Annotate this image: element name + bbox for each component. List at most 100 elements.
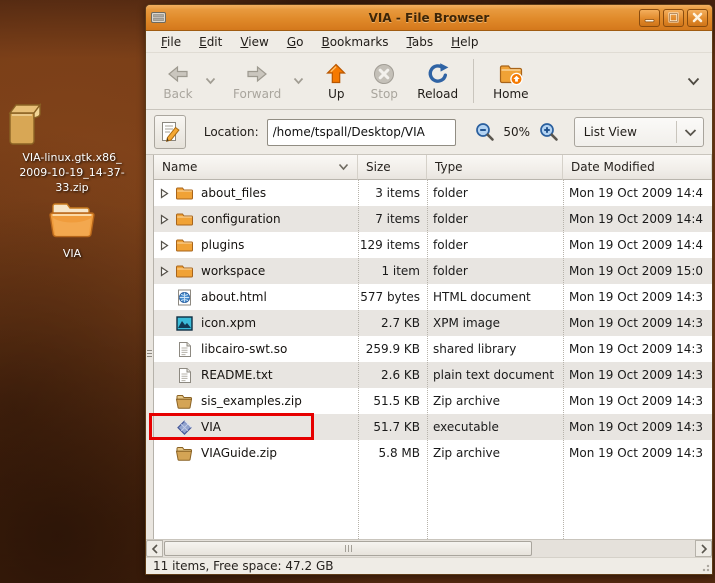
stop-button[interactable]: Stop (360, 59, 408, 104)
stop-label: Stop (370, 86, 398, 101)
expander-icon[interactable] (157, 213, 172, 225)
expander-icon[interactable] (157, 265, 172, 277)
cell-date-modified: Mon 19 Oct 2009 14:4 (569, 186, 704, 200)
zoom-out-icon[interactable] (474, 121, 496, 143)
view-mode-select[interactable]: List View (573, 117, 704, 147)
column-header-type[interactable]: Type (427, 155, 563, 180)
menu-item-view[interactable]: View (231, 33, 277, 51)
desktop-folder-icon (49, 200, 95, 240)
maximize-icon (668, 12, 679, 23)
table-row-VIAGuide.zip[interactable]: VIAGuide.zip 5.8 MB Zip archive Mon 19 Oct … (154, 440, 712, 466)
file-name: VIAGuide.zip (201, 446, 278, 460)
menu-item-edit[interactable]: Edit (190, 33, 231, 51)
zoom-in-icon[interactable] (538, 121, 560, 143)
scrollbar-thumb[interactable] (164, 541, 532, 556)
column-header-label: Name (162, 160, 198, 174)
file-name: sis_examples.zip (201, 394, 302, 408)
table-row-icon.xpm[interactable]: icon.xpm 2.7 KB XPM image Mon 19 Oct 2009 1… (154, 310, 712, 336)
sidepane-splitter[interactable] (146, 155, 154, 539)
cell-name: plugins (154, 232, 358, 258)
toolbar-separator (473, 59, 475, 103)
resize-grip[interactable] (698, 560, 710, 572)
column-header-date-modified[interactable]: Date Modified (563, 155, 712, 180)
cell-size: 7 items (375, 212, 420, 226)
table-row-VIA[interactable]: VIA 51.7 KB executable Mon 19 Oct 2009 14:3 (154, 414, 712, 440)
menu-item-go[interactable]: Go (278, 33, 313, 51)
folder-file-icon (172, 237, 196, 253)
back-button[interactable]: Back (154, 59, 202, 104)
table-row-workspace[interactable]: workspace 1 item folder Mon 19 Oct 2009 15:… (154, 258, 712, 284)
cell-name: about.html (154, 284, 358, 310)
reload-label: Reload (417, 86, 459, 101)
column-header-name[interactable]: Name (154, 155, 358, 180)
back-dropdown[interactable] (202, 61, 218, 101)
toolbar: Back Forward Up Stop Reload Home (146, 53, 712, 110)
reload-icon (426, 62, 450, 86)
folder-file-icon (172, 263, 196, 279)
cell-size: 51.7 KB (373, 420, 420, 434)
menu-item-help[interactable]: Help (442, 33, 487, 51)
zip-file-icon (172, 445, 196, 461)
cell-size: 1 item (381, 264, 420, 278)
forward-dropdown[interactable] (290, 61, 306, 101)
cell-date-modified: Mon 19 Oct 2009 14:3 (569, 290, 704, 304)
menu-item-file[interactable]: File (152, 33, 190, 51)
cell-type: folder (433, 212, 468, 226)
table-row-plugins[interactable]: plugins 129 items folder Mon 19 Oct 2009 14… (154, 232, 712, 258)
cell-type: folder (433, 238, 468, 252)
file-name: configuration (201, 212, 281, 226)
cell-name: about_files (154, 180, 358, 206)
home-button[interactable]: Home (484, 59, 537, 104)
close-icon (692, 12, 703, 23)
cell-type: HTML document (433, 290, 531, 304)
minimize-button[interactable] (639, 8, 660, 27)
cell-name: icon.xpm (154, 310, 358, 336)
cell-type: folder (433, 186, 468, 200)
file-name: libcairo-swt.so (201, 342, 288, 356)
file-name: about.html (201, 290, 267, 304)
column-header-size[interactable]: Size (358, 155, 427, 180)
table-row-configuration[interactable]: configuration 7 items folder Mon 19 Oct 200… (154, 206, 712, 232)
scroll-right-button[interactable] (695, 540, 712, 557)
expander-icon[interactable] (157, 239, 172, 251)
file-name: icon.xpm (201, 316, 257, 330)
cell-name: VIAGuide.zip (154, 440, 358, 466)
expander-icon[interactable] (157, 187, 172, 199)
table-row-sis_examples.zip[interactable]: sis_examples.zip 51.5 KB Zip archive Mon 19… (154, 388, 712, 414)
cell-size: 3 items (375, 186, 420, 200)
html-file-icon (172, 289, 196, 306)
table-row-about.html[interactable]: about.html 577 bytes HTML document Mon 19 O… (154, 284, 712, 310)
stop-icon (372, 62, 396, 86)
window-titlebar[interactable]: VIA - File Browser (146, 5, 712, 31)
table-row-README.txt[interactable]: README.txt 2.6 KB plain text document Mon 1… (154, 362, 712, 388)
list-rows: about_files 3 items folder Mon 19 Oct 2009 … (154, 180, 712, 539)
horizontal-scrollbar[interactable] (146, 539, 712, 557)
maximize-button[interactable] (663, 8, 684, 27)
status-bar: 11 items, Free space: 47.2 GB (146, 557, 712, 574)
column-header-label: Type (435, 160, 463, 174)
toolbar-overflow-chevron-icon[interactable] (682, 61, 704, 101)
table-row-libcairo-swt.so[interactable]: libcairo-swt.so 259.9 KB shared library Mon… (154, 336, 712, 362)
cell-date-modified: Mon 19 Oct 2009 14:3 (569, 394, 704, 408)
reload-button[interactable]: Reload (408, 59, 467, 104)
menu-item-bookmarks[interactable]: Bookmarks (312, 33, 397, 51)
cell-type: Zip archive (433, 446, 501, 460)
edit-location-icon (159, 120, 181, 144)
up-label: Up (328, 86, 345, 101)
scroll-left-button[interactable] (146, 540, 163, 557)
cell-size: 5.8 MB (378, 446, 420, 460)
forward-button[interactable]: Forward (224, 59, 290, 104)
up-button[interactable]: Up (312, 59, 360, 104)
menu-item-tabs[interactable]: Tabs (398, 33, 443, 51)
window-title: VIA - File Browser (368, 10, 490, 25)
minimize-icon (644, 12, 655, 23)
desktop-icon-via-folder[interactable]: VIA (2, 200, 142, 262)
edit-location-button[interactable] (154, 115, 186, 149)
location-input[interactable] (266, 118, 456, 146)
close-button[interactable] (687, 8, 708, 27)
list-header: Name Size Type Date Modified (154, 155, 712, 180)
sort-indicator-icon (338, 163, 349, 171)
view-mode-value: List View (583, 125, 637, 139)
desktop-icon-zip[interactable]: VIA-linux.gtk.x86_ 2009-10-19_14-37- 33.… (2, 101, 142, 196)
table-row-about_files[interactable]: about_files 3 items folder Mon 19 Oct 2009 … (154, 180, 712, 206)
